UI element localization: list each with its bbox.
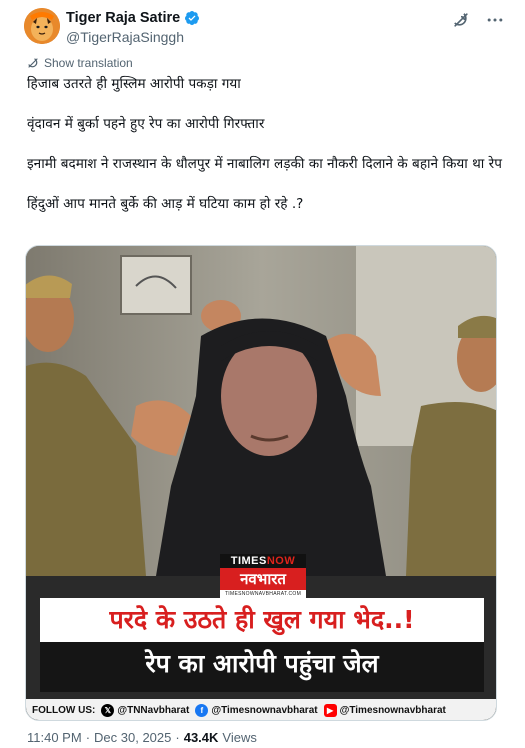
meta-separator-2: · (175, 730, 180, 745)
follow-x-handle: @TNNavbharat (117, 705, 190, 716)
tweet-text: हिजाब उतरते ही मुस्लिम आरोपी पकड़ा गया व… (27, 74, 507, 214)
grok-icon[interactable] (451, 10, 471, 30)
follow-facebook: f @Timesnownavbharat (195, 704, 318, 717)
tweet-paragraph-3: इनामी बदमाश ने राजस्थान के धौलपुर में ना… (27, 156, 502, 172)
more-options-icon[interactable] (485, 10, 505, 30)
author-handle[interactable]: @TigerRajaSinggh (66, 29, 200, 45)
news-channel-logo: TIMESNOW नवभारत TIMESNOWNAVBHARAT.COM (220, 554, 306, 598)
follow-youtube: ▶ @Timesnownavbharat (323, 704, 446, 717)
meta-separator: · (85, 730, 91, 745)
tweet-paragraph-4: हिंदुओं आप मानते बुर्के की आड़ में घटिया… (27, 196, 304, 212)
follow-youtube-handle: @Timesnownavbharat (339, 705, 446, 716)
tweet-media-image[interactable]: TIMESNOW नवभारत TIMESNOWNAVBHARAT.COM पर… (25, 245, 497, 721)
tweet-meta: 11:40 PM · Dec 30, 2025 · 43.4K Views (27, 730, 257, 745)
header-actions (451, 10, 505, 30)
show-translation-label: Show translation (44, 56, 133, 70)
views-label: Views (222, 730, 257, 745)
author-block: Tiger Raja Satire @TigerRajaSinggh (66, 8, 200, 45)
logo-navbharat: नवभारत (220, 568, 306, 590)
follow-x: 𝕏 @TNNavbharat (101, 704, 189, 717)
tweet-date[interactable]: Dec 30, 2025 (94, 730, 171, 745)
author-name[interactable]: Tiger Raja Satire (66, 10, 180, 26)
avatar-tiger-image (24, 8, 60, 44)
video-headline: परदे के उठते ही खुल गया भेद..! रेप का आर… (40, 598, 484, 692)
follow-us-bar: FOLLOW US: 𝕏 @TNNavbharat f @Timesnownav… (26, 699, 496, 720)
tweet-paragraph-2: वृंदावन में बुर्का पहने हुए रेप का आरोपी… (27, 116, 265, 132)
follow-us-label: FOLLOW US: (32, 705, 96, 716)
headline-line-2: रेप का आरोपी पहुंचा जेल (40, 642, 484, 692)
author-name-row: Tiger Raja Satire (66, 8, 200, 28)
tweet-paragraph-1: हिजाब उतरते ही मुस्लिम आरोपी पकड़ा गया (27, 76, 241, 92)
facebook-icon: f (195, 704, 209, 717)
translate-icon (28, 58, 38, 68)
x-logo-icon: 𝕏 (101, 704, 115, 717)
verified-badge-icon[interactable] (184, 10, 200, 26)
logo-times-now: TIMESNOW (220, 554, 306, 568)
logo-url: TIMESNOWNAVBHARAT.COM (220, 590, 306, 598)
tweet-time[interactable]: 11:40 PM (27, 730, 82, 745)
youtube-icon: ▶ (323, 704, 337, 717)
headline-line-1: परदे के उठते ही खुल गया भेद..! (40, 598, 484, 642)
show-translation-link[interactable]: Show translation (27, 56, 133, 70)
avatar[interactable] (24, 8, 60, 44)
tweet-card: Tiger Raja Satire @TigerRajaSinggh Show … (0, 0, 525, 748)
views-count[interactable]: 43.4K (184, 730, 219, 745)
follow-facebook-handle: @Timesnownavbharat (211, 705, 318, 716)
